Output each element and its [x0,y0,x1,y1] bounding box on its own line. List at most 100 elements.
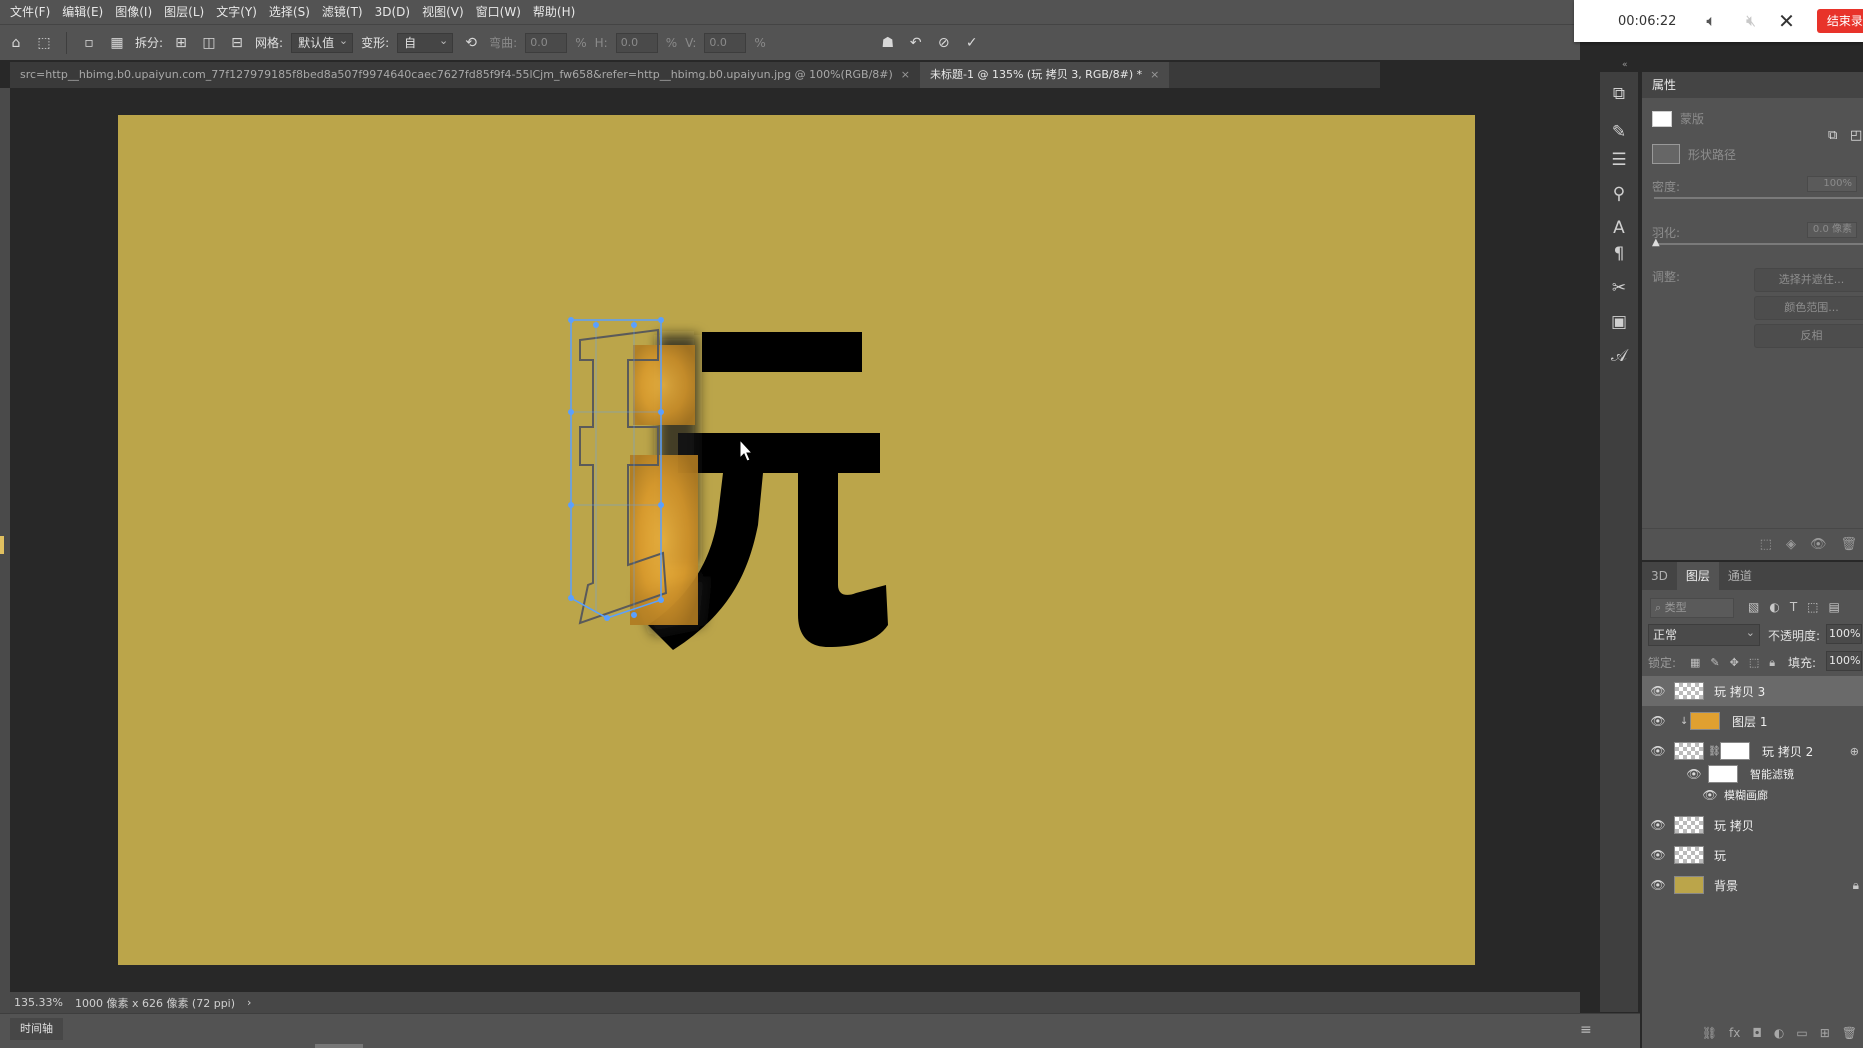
filter-smart-object-icon[interactable]: ▤ [1829,600,1840,614]
invert-button[interactable]: 反相 [1754,324,1863,348]
lock-artboard-icon[interactable]: ⬚ [1749,656,1759,670]
menu-type[interactable]: 文字(Y) [210,0,263,24]
warp-select[interactable]: 自 [397,32,454,53]
layer-filter-select[interactable]: ⌕ 类型 [1650,598,1734,618]
density-slider[interactable] [1654,197,1863,199]
menu-window[interactable]: 窗口(W) [470,0,527,24]
zoom-level[interactable]: 135.33% [14,996,63,1009]
add-vector-mask-icon[interactable]: ◰ [1850,128,1862,143]
filter-mask-thumbnail[interactable] [1708,765,1738,783]
fill-input[interactable]: 100% [1826,651,1862,671]
apply-mask-icon[interactable]: ◈ [1786,537,1796,552]
panel-menu-icon[interactable]: ≡ [1580,1022,1592,1038]
tab-untitled[interactable]: 未标题-1 @ 135% (玩 拷贝 3, RGB/8#) * × [920,62,1170,88]
tab-close-icon[interactable]: × [901,62,910,88]
smart-filter-row[interactable]: 👁︎ 智能滤镜 [1642,762,1863,786]
history-icon[interactable]: ⧉ [1600,80,1638,108]
adjustment-layer-icon[interactable]: ◐ [1774,1026,1784,1040]
v-input[interactable]: 0.0 [704,32,747,53]
blend-mode-select[interactable]: 正常 [1648,623,1760,646]
menu-3d[interactable]: 3D(D) [369,0,416,24]
feather-input[interactable]: 0.0 像素 [1807,222,1857,238]
transform-tool-icon[interactable]: ⬚ [34,33,54,53]
filter-type-icon[interactable]: T [1790,600,1797,614]
visibility-eye-icon[interactable]: 👁︎ [1650,683,1666,699]
paragraph-icon[interactable]: ¶ [1600,240,1638,268]
layer-row[interactable]: 👁︎ 玩 [1642,840,1863,870]
puppet-warp-icon[interactable]: ☗ [878,33,898,53]
feather-slider[interactable] [1654,243,1863,245]
delete-mask-icon[interactable]: 🗑︎ [1840,537,1857,552]
cancel-transform-icon[interactable]: ⊘ [934,33,954,53]
tab-channels[interactable]: 通道 [1719,562,1761,590]
filter-adjustment-icon[interactable]: ◐ [1769,600,1779,614]
delete-layer-icon[interactable]: 🗑︎ [1842,1026,1857,1040]
menu-file[interactable]: 文件(F) [4,0,56,24]
tab-layers[interactable]: 图层 [1676,562,1719,590]
horizontal-scrollbar[interactable] [315,1044,363,1048]
chain-link-icon[interactable]: ⛓ [1708,746,1721,757]
visibility-eye-icon[interactable]: 👁︎ [1650,877,1666,893]
status-expand-arrow[interactable]: › [247,996,251,1009]
visibility-eye-icon[interactable]: 👁︎ [1650,847,1666,863]
new-group-icon[interactable]: ▭ [1796,1026,1807,1040]
h-input[interactable]: 0.0 [615,32,658,53]
link-layers-icon[interactable]: ⛓ [1702,1026,1717,1040]
layer-row[interactable]: 👁︎ 玩 拷贝 [1642,810,1863,840]
add-mask-icon[interactable]: ◘ [1752,1026,1762,1040]
menu-layer[interactable]: 图层(L) [158,0,210,24]
visibility-eye-icon[interactable]: 👁︎ [1686,766,1702,782]
load-selection-icon[interactable]: ⬚ [1760,537,1772,552]
split-vertical-icon[interactable]: ◫ [199,33,219,53]
menu-image[interactable]: 图像(I) [109,0,158,24]
lock-position-icon[interactable]: ✥ [1730,656,1739,670]
tab-timeline[interactable]: 时间轴 [10,1018,63,1040]
collapse-panels-icon[interactable]: « [1622,60,1628,70]
opacity-input[interactable]: 100% [1826,624,1862,644]
adjustments-icon[interactable]: ☰ [1600,146,1638,174]
layer-row[interactable]: 👁︎ ↓ 图层 1 [1642,706,1863,736]
commit-transform-icon[interactable]: ✓ [962,33,982,53]
menu-edit[interactable]: 编辑(E) [56,0,109,24]
tab-3d[interactable]: 3D [1642,562,1677,590]
tab-close-icon[interactable]: × [1150,62,1159,88]
undo-icon[interactable]: ↶ [906,33,926,53]
color-range-button[interactable]: 颜色范围... [1754,296,1863,320]
density-input[interactable]: 100% [1807,176,1857,192]
home-arrow-icon[interactable]: ⌂ [6,33,26,53]
visibility-eye-icon[interactable]: 👁︎ [1650,713,1666,729]
layer-style-icon[interactable]: fx [1729,1026,1740,1040]
menu-select[interactable]: 选择(S) [263,0,316,24]
mask-icon[interactable] [1652,110,1672,127]
tools-panel[interactable] [0,88,10,1013]
glyphs-icon[interactable]: 𝒜 [1600,342,1638,370]
visibility-eye-icon[interactable]: 👁︎ [1810,537,1827,552]
close-icon[interactable]: ✕ [1778,9,1795,33]
visibility-eye-icon[interactable]: 👁︎ [1702,787,1718,803]
swatches-icon[interactable]: ▣ [1600,308,1638,336]
reference-grid-icon[interactable]: ▦ [107,33,127,53]
warp-orientation-icon[interactable]: ⟲ [461,33,481,53]
select-and-mask-button[interactable]: 选择并遮住... [1754,268,1863,292]
feather-slider-handle[interactable]: ▲ [1652,237,1660,248]
filter-shape-icon[interactable]: ⬚ [1807,600,1818,614]
layer-row[interactable]: 👁︎ 玩 拷贝 3 [1642,676,1863,706]
lock-all-icon[interactable]: 🔒︎ [1769,656,1775,670]
clone-source-icon[interactable]: ⚲ [1600,180,1638,208]
visibility-eye-icon[interactable]: 👁︎ [1650,817,1666,833]
bend-input[interactable]: 0.0 [525,32,568,53]
tool-presets-icon[interactable]: ✂ [1600,274,1638,302]
lock-transparency-icon[interactable]: ▦ [1690,656,1700,670]
character-icon[interactable]: A [1600,214,1638,242]
menu-help[interactable]: 帮助(H) [527,0,581,24]
tab-source-image[interactable]: src=http__hbimg.b0.upaiyun.com_77f127979… [10,62,920,88]
lock-pixels-icon[interactable]: ✎ [1710,656,1719,670]
brush-icon[interactable]: ✎ [1600,118,1638,146]
mute-icon[interactable]: 🔇︎ [1746,11,1756,31]
layer-row[interactable]: 👁︎ 背景 🔒︎ [1642,870,1863,900]
visibility-eye-icon[interactable]: 👁︎ [1650,743,1666,759]
grid-select[interactable]: 默认值 [291,32,354,53]
filter-pixel-icon[interactable]: ▧ [1748,600,1759,614]
document-canvas[interactable] [118,115,1475,965]
volume-icon[interactable]: 🔈︎ [1706,11,1716,31]
